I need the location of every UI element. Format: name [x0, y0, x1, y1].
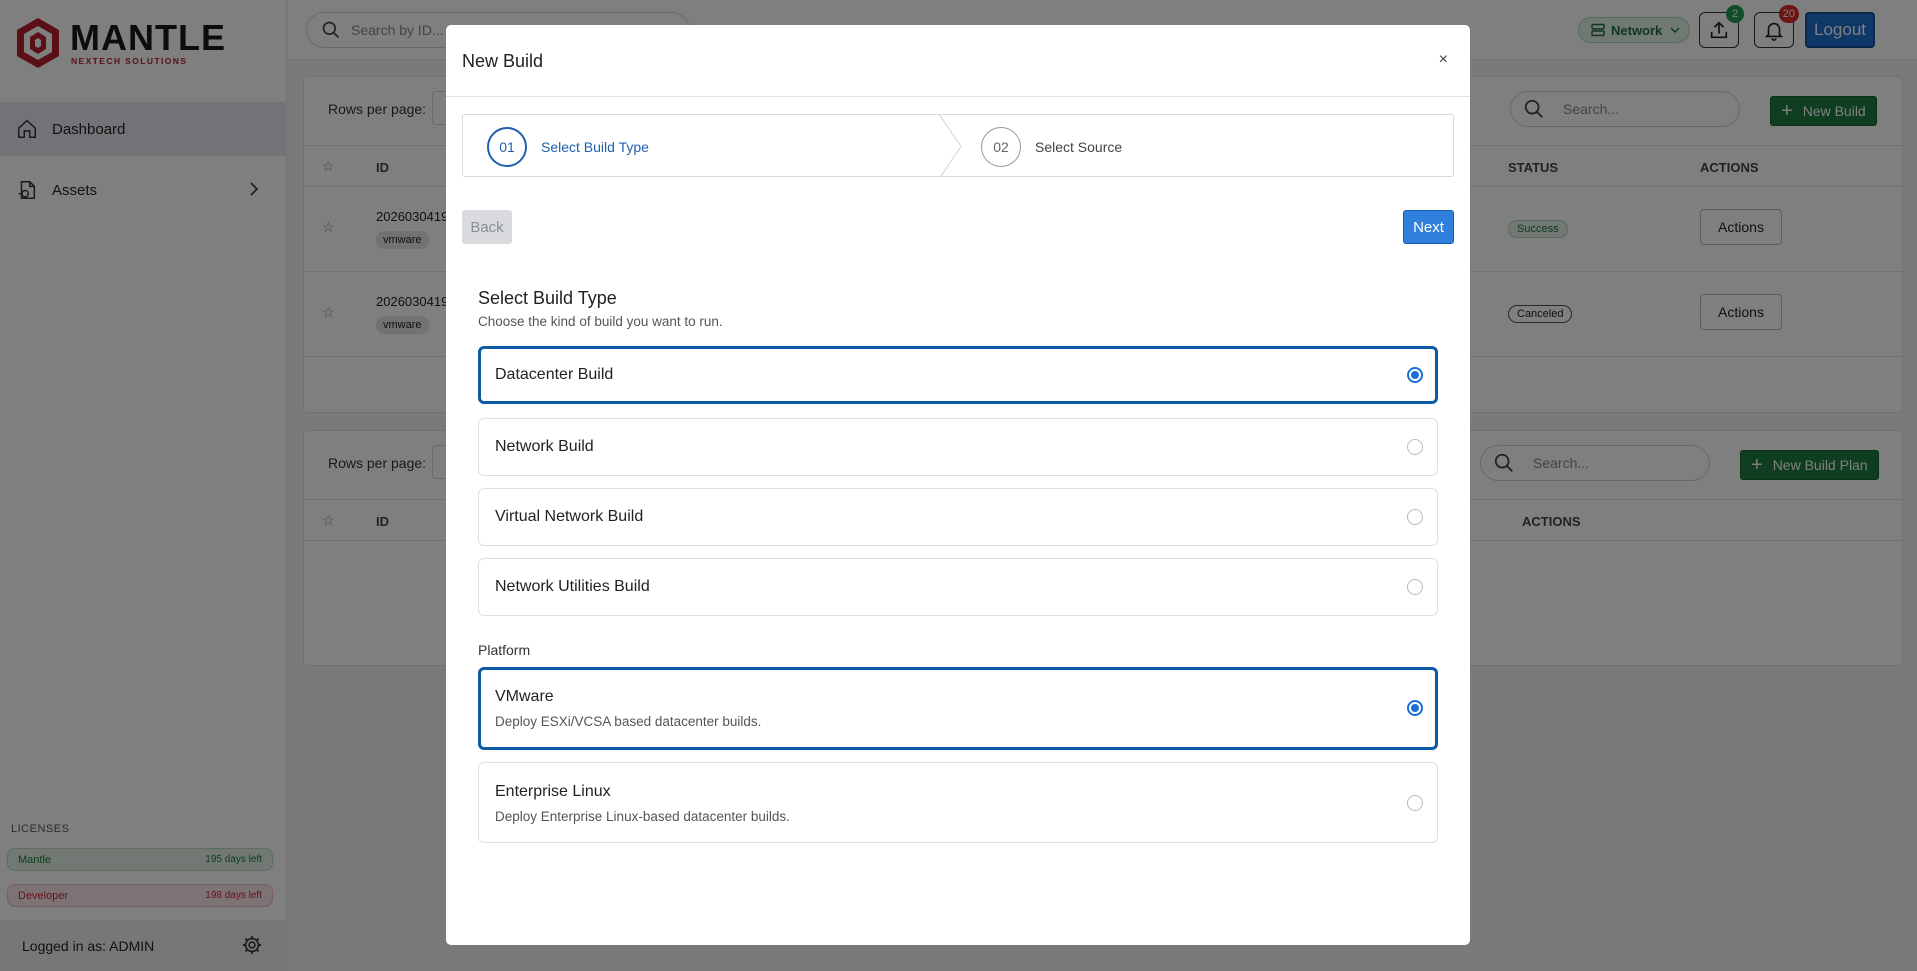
build-stepper: 01 Select Build Type 02 Select Source [462, 114, 1454, 177]
close-icon[interactable]: × [1439, 51, 1448, 69]
step-select-source[interactable]: 02 Select Source [981, 115, 1123, 176]
radio-button[interactable] [1407, 795, 1423, 811]
build-type-option-network[interactable]: Network Build [478, 418, 1438, 476]
option-label: Virtual Network Build [495, 508, 644, 525]
back-button[interactable]: Back [462, 210, 512, 244]
step-label: Select Build Type [541, 138, 649, 155]
option-label: Network Utilities Build [495, 578, 650, 595]
option-description: Deploy Enterprise Linux-based datacenter… [495, 809, 790, 824]
option-label: Enterprise Linux [495, 783, 611, 800]
build-type-option-virtual-network[interactable]: Virtual Network Build [478, 488, 1438, 546]
build-type-option-network-utilities[interactable]: Network Utilities Build [478, 558, 1438, 616]
section-subtitle: Choose the kind of build you want to run… [478, 314, 723, 329]
platform-option-vmware[interactable]: VMware Deploy ESXi/VCSA based datacenter… [478, 667, 1438, 750]
modal-header: New Build × [446, 25, 1470, 97]
radio-button[interactable] [1407, 579, 1423, 595]
step-label: Select Source [1035, 138, 1123, 155]
option-label: VMware [495, 688, 554, 705]
platform-heading: Platform [478, 642, 531, 658]
build-type-option-datacenter[interactable]: Datacenter Build [478, 346, 1438, 404]
new-build-modal: New Build × 01 Select Build Type 02 Sele… [446, 25, 1470, 945]
step-number: 01 [487, 126, 527, 167]
option-label: Datacenter Build [495, 366, 614, 383]
section-title: Select Build Type [478, 288, 617, 308]
option-description: Deploy ESXi/VCSA based datacenter builds… [495, 714, 762, 729]
platform-option-enterprise-linux[interactable]: Enterprise Linux Deploy Enterprise Linux… [478, 762, 1438, 843]
option-label: Network Build [495, 438, 594, 455]
radio-button[interactable] [1407, 700, 1423, 716]
step-number: 02 [981, 126, 1021, 167]
radio-button[interactable] [1407, 367, 1423, 383]
radio-button[interactable] [1407, 439, 1423, 455]
radio-button[interactable] [1407, 509, 1423, 525]
step-select-build-type[interactable]: 01 Select Build Type [487, 115, 649, 176]
step-arrow-divider [939, 115, 962, 176]
modal-title: New Build [462, 51, 544, 71]
next-button[interactable]: Next [1403, 210, 1454, 244]
